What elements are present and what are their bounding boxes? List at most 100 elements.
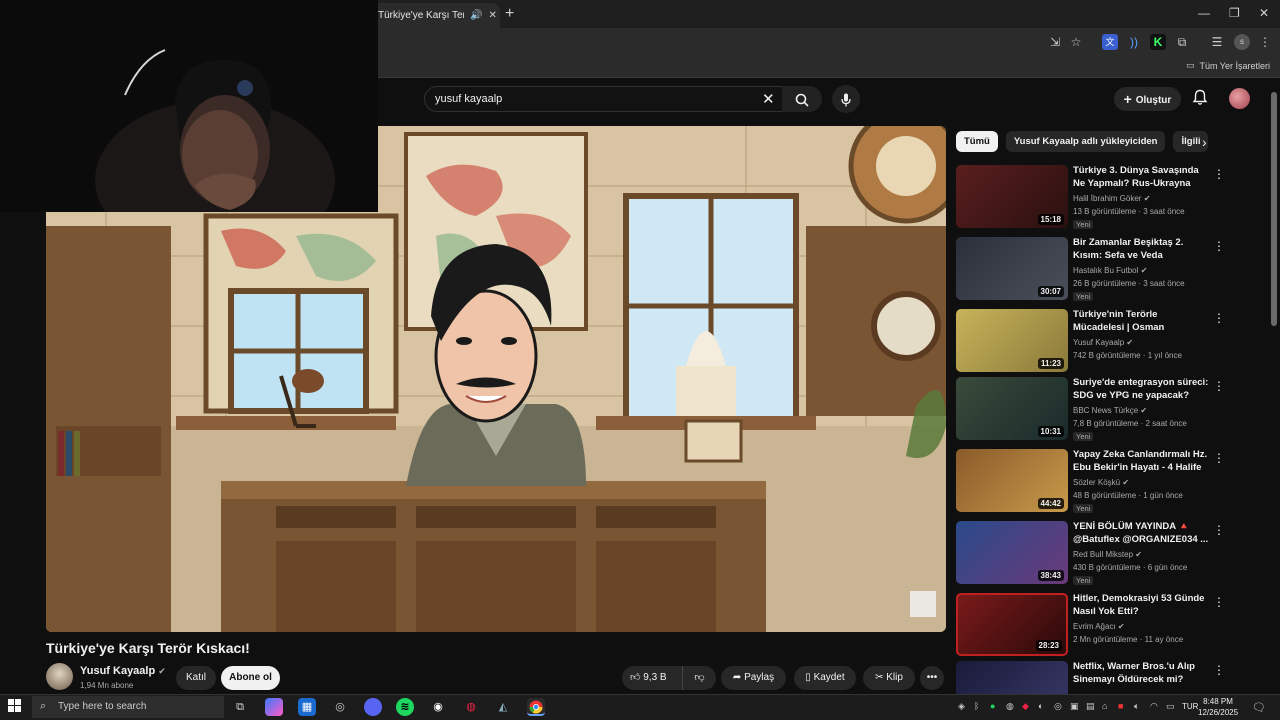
record-tray-icon[interactable]: ■ [1118,701,1123,711]
settings-app-icon[interactable]: ◎ [331,698,349,716]
chip-from-uploader[interactable]: Yusuf Kayaalp adlı yükleyiciden [1005,131,1166,152]
account-avatar[interactable] [1229,88,1250,109]
wifi-icon[interactable]: ◠ [1150,701,1158,712]
recommendation-item[interactable]: 11:23 Türkiye'nin Terörle Mücadelesi | O… [956,309,1272,375]
more-vertical-icon[interactable]: ⋮ [1213,311,1225,325]
extensions-icon[interactable]: ⧉ [1174,34,1190,50]
more-vertical-icon[interactable]: ⋮ [1213,523,1225,537]
recommendation-item[interactable]: 15:18 Türkiye 3. Dünya Savaşında Ne Yapm… [956,165,1272,231]
recommendation-title[interactable]: YENİ BÖLÜM YAYINDA 🔺 @Batuflex @ORGANIZE… [1073,521,1209,546]
video-thumbnail[interactable]: 30:07 [956,237,1068,300]
recommendation-title[interactable]: Netflix, Warner Bros.'u Alıp Sinemayı Öl… [1073,661,1209,686]
clip-button[interactable]: ✂ Klip [863,666,915,690]
taskbar-search-input[interactable]: Type here to search [32,696,224,718]
browser-tab-active[interactable]: Türkiye'ye Karşı Terör Kıskacı 🔊 ✕ [372,3,500,28]
recommendation-channel[interactable]: Red Bull Mikstep ✔ [1073,550,1142,559]
video-thumbnail[interactable] [956,661,1068,694]
bluetooth-icon[interactable]: ᛒ [974,701,979,711]
search-input[interactable]: yusuf kayaalp [424,86,788,112]
recommendation-item[interactable]: 30:07 Bir Zamanlar Beşiktaş 2. Kısım: Se… [956,237,1272,303]
recommendation-channel[interactable]: BBC News Türkçe ✔ [1073,406,1147,415]
bookmark-star-icon[interactable]: ☆ [1068,34,1084,50]
recommendation-channel[interactable]: Sözler Köşkü ✔ [1073,478,1129,487]
all-bookmarks[interactable]: ▭ Tüm Yer İşaretleri [1186,60,1270,71]
video-thumbnail[interactable]: 44:42 [956,449,1068,512]
recommendation-title[interactable]: Türkiye 3. Dünya Savaşında Ne Yapmalı? R… [1073,165,1209,191]
recommendation-channel[interactable]: Hastalık Bu Futbol ✔ [1073,266,1147,275]
mic-tray-icon[interactable]: ⌂ [1102,701,1107,711]
app-icon[interactable]: ◍ [462,698,480,716]
video-thumbnail[interactable]: 38:43 [956,521,1068,584]
steam-tray-icon[interactable]: ◎ [1054,701,1062,712]
more-vertical-icon[interactable]: ⋮ [1213,239,1225,253]
task-view-icon[interactable]: ⧉ [231,698,249,716]
like-button[interactable]: 👍︎ 9,3 B [622,666,682,690]
join-button[interactable]: Katıl [176,666,216,690]
recommendation-title[interactable]: Yapay Zeka Canlandırmalı Hz. Ebu Bekir'i… [1073,449,1209,475]
recommendation-item[interactable]: 28:23 Hitler, Demokrasiyi 53 Günde Nasıl… [956,593,1272,659]
more-actions-button[interactable]: ••• [920,666,944,690]
chevron-right-icon[interactable]: › [1202,134,1207,150]
reading-list-icon[interactable]: ☰ [1209,34,1225,50]
voice-search-button[interactable] [832,85,860,113]
gpu-tray-icon[interactable]: ▣ [1070,701,1079,712]
recommendation-channel[interactable]: Halil İbrahim Göker ✔ [1073,194,1150,203]
video-thumbnail[interactable]: 15:18 [956,165,1068,228]
search-button[interactable] [782,86,822,112]
recommendation-title[interactable]: Suriye'de entegrasyon süreci: SDG ve YPG… [1073,377,1209,402]
chrome-taskbar-icon[interactable] [527,698,545,716]
taskbar-clock[interactable]: 8:48 PM 12/26/2025 [1198,696,1238,718]
speaker-icon[interactable]: 🔊 [470,10,482,21]
recommendation-title[interactable]: Hitler, Demokrasiyi 53 Günde Nasıl Yok E… [1073,593,1209,618]
close-icon[interactable]: ✕ [488,10,496,21]
tray-app-icon[interactable]: ◈ [958,701,965,712]
store-icon[interactable]: ▦ [298,698,316,716]
channel-avatar[interactable] [46,663,73,690]
windows-start-icon[interactable] [8,699,21,715]
more-vertical-icon[interactable]: ⋮ [1213,167,1225,181]
recommendation-item[interactable]: 44:42 Yapay Zeka Canlandırmalı Hz. Ebu B… [956,449,1272,515]
recommendation-channel[interactable]: Yusuf Kayaalp ✔ [1073,338,1133,347]
more-vertical-icon[interactable]: ⋮ [1213,663,1225,677]
recommendation-channel[interactable]: Evrim Ağacı ✔ [1073,622,1125,631]
menu-icon[interactable]: ⋮ [1257,34,1273,50]
network-tray-icon[interactable]: ◐ [1038,701,1043,711]
more-vertical-icon[interactable]: ⋮ [1213,451,1225,465]
spotify-icon[interactable]: ≋ [396,698,414,716]
page-scrollbar[interactable] [1271,92,1277,326]
video-thumbnail[interactable]: 11:23 [956,309,1068,372]
window-close-icon[interactable]: ✕ [1259,6,1269,20]
video-thumbnail[interactable]: 10:31 [956,377,1068,440]
more-vertical-icon[interactable]: ⋮ [1213,595,1225,609]
recommendation-title[interactable]: Bir Zamanlar Beşiktaş 2. Kısım: Sefa ve … [1073,237,1209,262]
audio-extension-icon[interactable]: )) [1126,34,1142,50]
obs-icon[interactable]: ◉ [429,698,447,716]
copilot-icon[interactable] [265,698,283,716]
dislike-button[interactable]: 👎︎ [682,666,716,690]
install-icon[interactable]: ⇲ [1047,34,1063,50]
profile-icon[interactable]: s [1234,34,1250,50]
usb-tray-icon[interactable]: ▤ [1086,701,1095,712]
recommendation-item[interactable]: 38:43 YENİ BÖLÜM YAYINDA 🔺 @Batuflex @OR… [956,521,1272,587]
chip-all[interactable]: Tümü [956,131,998,152]
clear-search-icon[interactable]: ✕ [762,90,775,108]
kick-extension-icon[interactable]: K [1150,34,1166,50]
more-vertical-icon[interactable]: ⋮ [1213,379,1225,393]
volume-icon[interactable]: 🔈︎ [1134,701,1139,712]
new-tab-button[interactable]: + [505,5,514,23]
spotify-tray-icon[interactable]: ● [990,701,995,711]
share-button[interactable]: ➦ Paylaş [721,666,786,690]
display-icon[interactable]: ▭ [1166,701,1175,712]
channel-name[interactable]: Yusuf Kayaalp ✔ [80,665,166,677]
restore-icon[interactable]: ❐ [1229,6,1240,20]
minimize-icon[interactable]: — [1198,6,1210,20]
create-button[interactable]: + Oluştur [1114,87,1181,111]
recommendation-item[interactable]: 10:31 Suriye'de entegrasyon süreci: SDG … [956,377,1272,443]
recommendation-item[interactable]: Netflix, Warner Bros.'u Alıp Sinemayı Öl… [956,661,1272,694]
video-thumbnail[interactable]: 28:23 [956,593,1068,656]
notifications-bell-icon[interactable] [1192,89,1208,110]
discord-icon[interactable] [364,698,382,716]
language-indicator[interactable]: TUR [1182,702,1198,711]
save-button[interactable]: ▯ Kaydet [794,666,856,690]
subscribe-button[interactable]: Abone ol [221,666,280,690]
